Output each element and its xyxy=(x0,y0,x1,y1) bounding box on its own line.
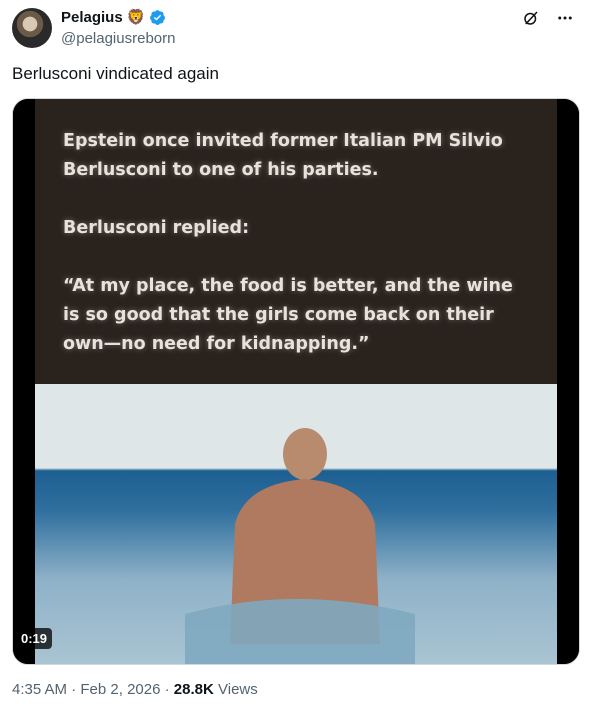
lion-emoji-icon: 🦁 xyxy=(126,9,146,26)
video-scene-image xyxy=(35,384,557,664)
tweet-date[interactable]: Feb 2, 2026 xyxy=(80,681,160,698)
verified-badge-icon xyxy=(150,10,166,25)
grok-icon[interactable] xyxy=(521,8,541,28)
video-frame: Epstein once invited former Italian PM S… xyxy=(35,99,557,664)
video-letterbox-left xyxy=(13,99,35,664)
grok-icon-svg xyxy=(524,11,538,25)
author-handle[interactable]: @pelagiusreborn xyxy=(61,30,175,47)
caption-line: Epstein once invited former Italian PM S… xyxy=(63,131,503,180)
tweet-actions-top xyxy=(521,8,575,28)
author-display-name[interactable]: Pelagius xyxy=(61,9,123,26)
tweet-time[interactable]: 4:35 AM xyxy=(12,681,67,698)
tweet-meta: 4:35 AM · Feb 2, 2026 · 28.8K Views xyxy=(12,681,258,698)
person-in-sea-illustration xyxy=(185,428,415,664)
meta-separator: · xyxy=(164,681,170,698)
avatar[interactable] xyxy=(12,8,52,48)
video-player[interactable]: Epstein once invited former Italian PM S… xyxy=(12,98,580,665)
tweet-text: Berlusconi vindicated again xyxy=(12,64,219,83)
author-name-row: Pelagius 🦁 xyxy=(61,9,166,26)
more-icon-svg xyxy=(558,16,572,20)
tweet: Pelagius 🦁 @pelagiusreborn Berlusconi vi… xyxy=(0,0,589,709)
meta-separator: · xyxy=(71,681,77,698)
caption-line: “At my place, the food is better, and th… xyxy=(63,276,513,354)
video-caption-panel: Epstein once invited former Italian PM S… xyxy=(35,99,557,384)
more-icon[interactable] xyxy=(555,8,575,28)
video-duration-badge: 0:19 xyxy=(16,628,53,649)
views-count: 28.8K xyxy=(173,681,214,698)
video-letterbox-right xyxy=(557,99,579,664)
views-label: Views xyxy=(218,681,258,698)
caption-line: Berlusconi replied: xyxy=(63,218,250,238)
